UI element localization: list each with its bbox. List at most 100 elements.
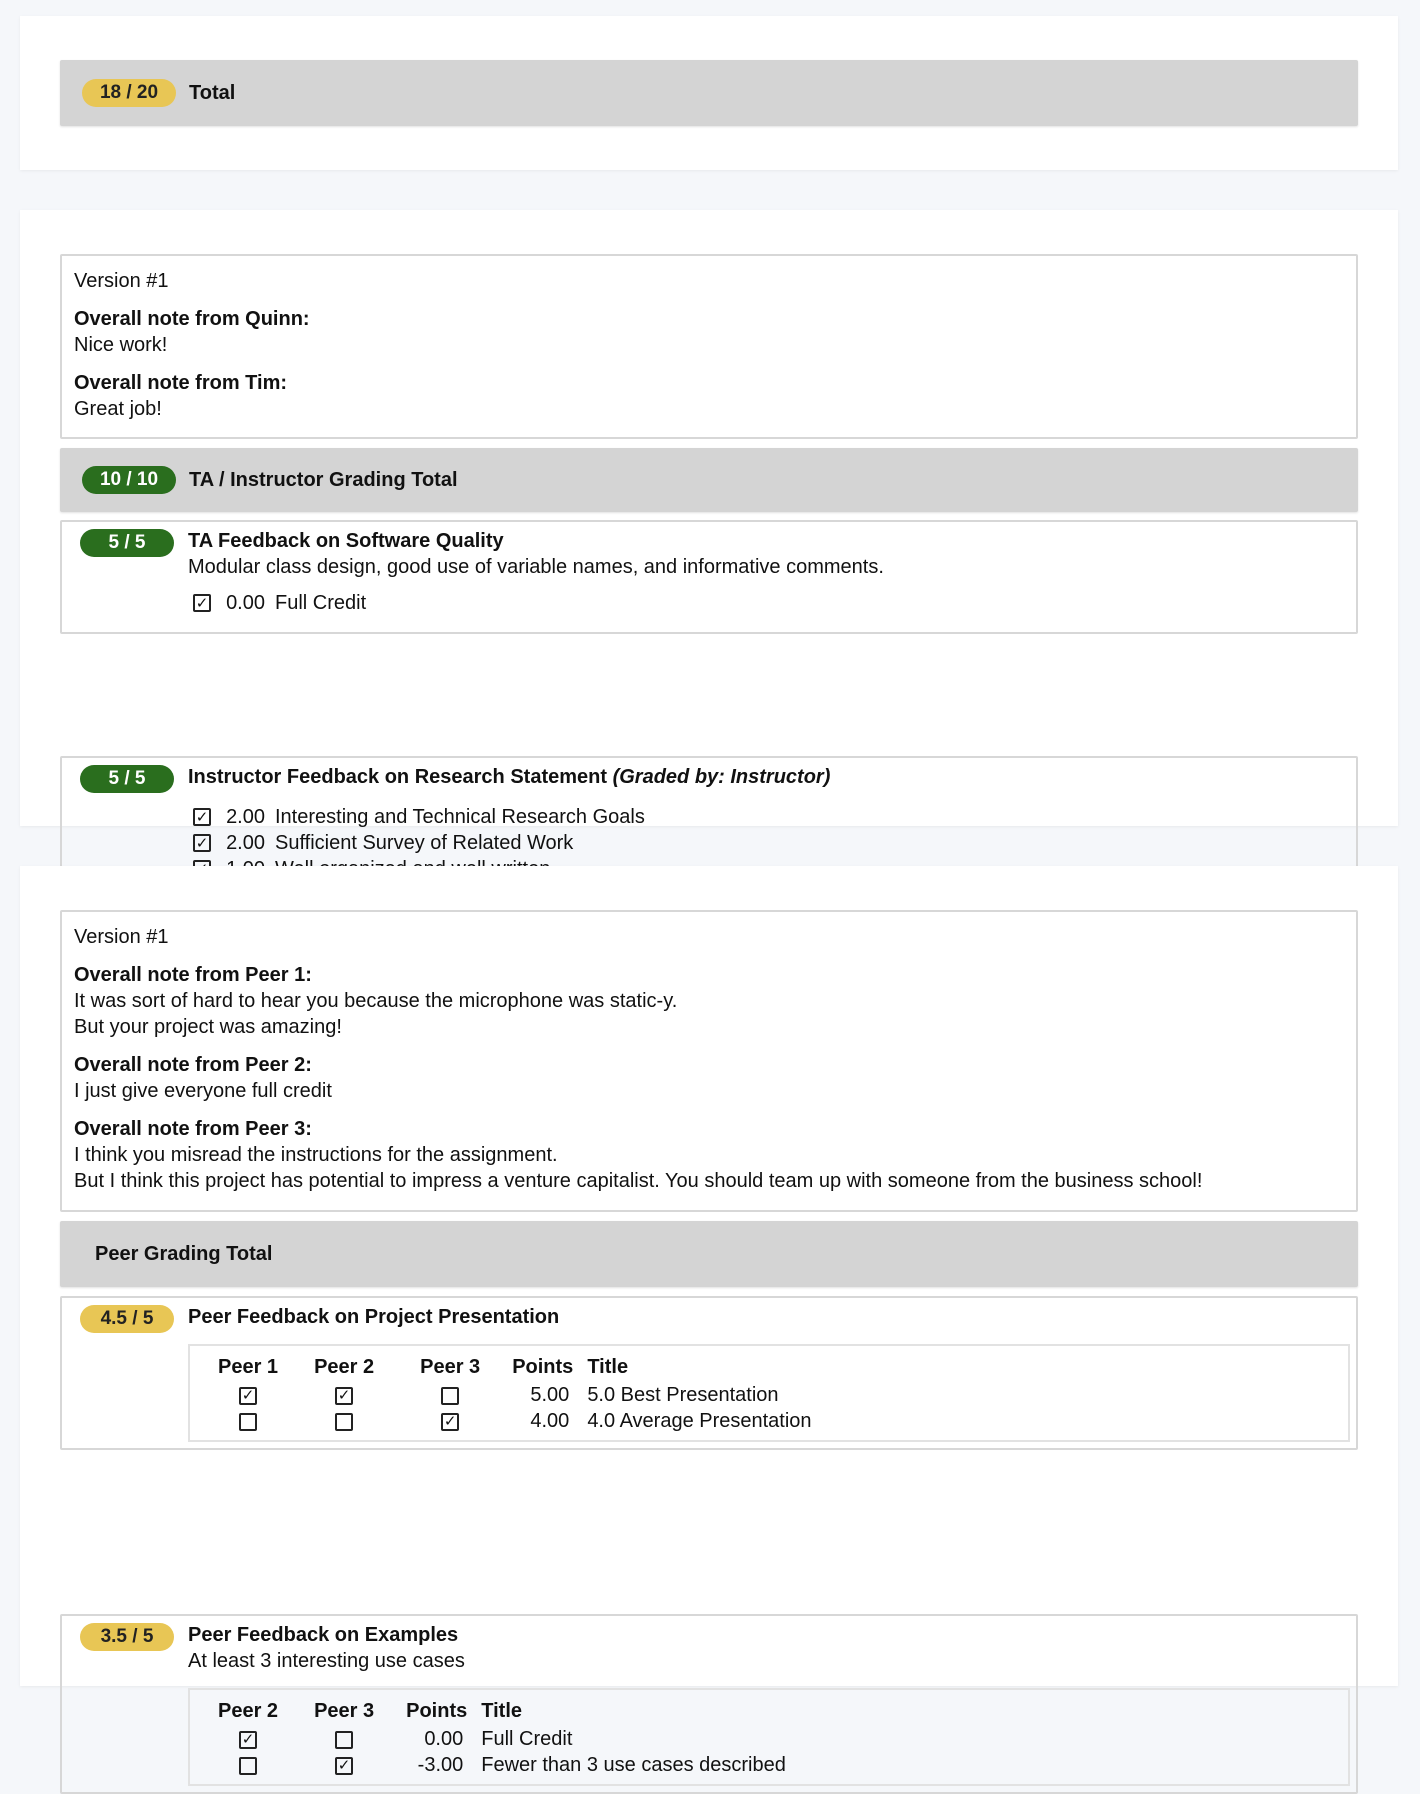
- peer-total-bar: Peer Grading Total: [60, 1221, 1358, 1287]
- note-text: I just give everyone full credit: [74, 1080, 332, 1102]
- peer-check-cell: [292, 1408, 388, 1434]
- check-points: 2.00: [226, 832, 265, 854]
- peer-check-cell: [292, 1726, 388, 1752]
- ta-total-bar: 10 / 10 TA / Instructor Grading Total: [60, 448, 1358, 512]
- checked-checkbox-icon: ✓: [193, 808, 211, 826]
- check-points: 0.00: [226, 592, 265, 614]
- rubric-item-examples: 3.5 / 5 Peer Feedback on Examples At lea…: [60, 1614, 1358, 1794]
- note-peer-1: Overall note from Peer 1: It was sort of…: [74, 962, 1344, 1040]
- peer-check-cell: [388, 1382, 494, 1408]
- points-cell: 5.00: [530, 1384, 570, 1406]
- note-text: But I think this project has potential t…: [74, 1170, 1203, 1192]
- version-label: Version #1: [74, 270, 169, 292]
- checked-checkbox-icon: ✓: [239, 1730, 258, 1749]
- column-header: Points: [512, 1356, 574, 1378]
- overall-total-card: 18 / 20 Total: [20, 16, 1398, 170]
- check-points: 2.00: [226, 806, 265, 828]
- item-title-text: Instructor Feedback on Research Statemen…: [188, 766, 608, 788]
- points-cell: 0.00: [424, 1728, 464, 1750]
- peer-check-cell: ✓: [210, 1382, 292, 1408]
- title-cell: 5.0 Best Presentation: [587, 1384, 779, 1406]
- item-grader: (Graded by: Instructor): [612, 766, 831, 788]
- points-cell: 4.00: [530, 1410, 570, 1432]
- note-author: Overall note from Peer 1:: [74, 964, 312, 986]
- peer-total-label: Peer Grading Total: [95, 1242, 273, 1265]
- note-text: Great job!: [74, 398, 162, 420]
- item-score-badge: 5 / 5: [80, 529, 174, 557]
- peer-check-cell: [210, 1752, 292, 1778]
- rubric-item-project-presentation: 4.5 / 5 Peer Feedback on Project Present…: [60, 1296, 1358, 1450]
- column-header: Peer 2: [218, 1700, 279, 1722]
- ta-total-label: TA / Instructor Grading Total: [189, 468, 458, 491]
- peer-scores-table: Peer 2 Peer 3 Points Title ✓ 0.00 Full C…: [188, 1688, 1350, 1786]
- peer-table: Peer 2 Peer 3 Points Title ✓ 0.00 Full C…: [210, 1696, 800, 1778]
- note-tim: Overall note from Tim: Great job!: [74, 370, 1344, 422]
- column-header: Title: [481, 1700, 523, 1722]
- unchecked-checkbox-icon: [441, 1386, 460, 1405]
- points-cell: -3.00: [417, 1754, 464, 1776]
- peer-notes-box: Version #1 Overall note from Peer 1: It …: [60, 910, 1358, 1212]
- note-author: Overall note from Tim:: [74, 372, 288, 394]
- peer-check-cell: ✓: [388, 1408, 494, 1434]
- check-row: ✓ 2.00 Interesting and Technical Researc…: [188, 804, 1348, 830]
- overall-score-badge: 18 / 20: [82, 79, 176, 107]
- ta-total-score-badge: 10 / 10: [82, 466, 176, 494]
- item-title: Peer Feedback on Project Presentation: [188, 1306, 560, 1328]
- column-header: Peer 3: [420, 1356, 481, 1378]
- item-title: Peer Feedback on Examples: [188, 1624, 459, 1646]
- peer-check-cell: ✓: [292, 1752, 388, 1778]
- peer-table: Peer 1 Peer 2 Peer 3 Points Title ✓ ✓ 5.…: [210, 1352, 826, 1434]
- check-label: Sufficient Survey of Related Work: [275, 832, 574, 854]
- note-peer-3: Overall note from Peer 3: I think you mi…: [74, 1116, 1344, 1194]
- column-header: Peer 3: [314, 1700, 375, 1722]
- checked-checkbox-icon: ✓: [193, 594, 211, 612]
- title-cell: Full Credit: [481, 1728, 573, 1750]
- overall-total-label: Total: [189, 81, 236, 104]
- table-header-row: Peer 1 Peer 2 Peer 3 Points Title: [210, 1352, 826, 1382]
- ta-grading-card: Version #1 Overall note from Quinn: Nice…: [20, 210, 1398, 896]
- unchecked-checkbox-icon: [335, 1730, 354, 1749]
- note-text: But your project was amazing!: [74, 1016, 342, 1038]
- note-author: Overall note from Quinn:: [74, 308, 310, 330]
- unchecked-checkbox-icon: [239, 1756, 258, 1775]
- item-description: Modular class design, good use of variab…: [188, 556, 884, 578]
- peer-check-cell: ✓: [292, 1382, 388, 1408]
- table-row: ✓ 4.00 4.0 Average Presentation: [210, 1408, 826, 1434]
- ta-notes-box: Version #1 Overall note from Quinn: Nice…: [60, 254, 1358, 439]
- unchecked-checkbox-icon: [239, 1412, 258, 1431]
- column-header: Peer 1: [218, 1356, 279, 1378]
- check-row: ✓ 2.00 Sufficient Survey of Related Work: [188, 830, 1348, 856]
- peer-grading-card: Version #1 Overall note from Peer 1: It …: [20, 866, 1398, 1794]
- item-title: TA Feedback on Software Quality: [188, 530, 504, 552]
- version-label: Version #1: [74, 926, 169, 948]
- table-row: ✓ ✓ 5.00 5.0 Best Presentation: [210, 1382, 826, 1408]
- column-header: Peer 2: [314, 1356, 375, 1378]
- check-row: ✓ 0.00 Full Credit: [188, 590, 1348, 616]
- peer-scores-table: Peer 1 Peer 2 Peer 3 Points Title ✓ ✓ 5.…: [188, 1344, 1350, 1442]
- title-cell: 4.0 Average Presentation: [587, 1410, 812, 1432]
- note-peer-2: Overall note from Peer 2: I just give ev…: [74, 1052, 1344, 1104]
- note-author: Overall note from Peer 2:: [74, 1054, 312, 1076]
- peer-check-cell: ✓: [210, 1726, 292, 1752]
- item-score-badge: 4.5 / 5: [80, 1305, 174, 1333]
- overall-total-bar: 18 / 20 Total: [60, 60, 1358, 126]
- checked-checkbox-icon: ✓: [335, 1386, 354, 1405]
- table-row: ✓ -3.00 Fewer than 3 use cases described: [210, 1752, 800, 1778]
- check-label: Full Credit: [275, 592, 367, 614]
- item-title: Instructor Feedback on Research Statemen…: [188, 766, 830, 788]
- rubric-item-software-quality: 5 / 5 TA Feedback on Software Quality Mo…: [60, 520, 1358, 634]
- peer-check-cell: [210, 1408, 292, 1434]
- checked-checkbox-icon: ✓: [193, 834, 211, 852]
- item-description: At least 3 interesting use cases: [188, 1650, 465, 1672]
- column-header: Points: [406, 1700, 468, 1722]
- checked-checkbox-icon: ✓: [239, 1386, 258, 1405]
- item-score-badge: 5 / 5: [80, 765, 174, 793]
- note-text: I think you misread the instructions for…: [74, 1144, 558, 1166]
- unchecked-checkbox-icon: [335, 1412, 354, 1431]
- note-quinn: Overall note from Quinn: Nice work!: [74, 306, 1344, 358]
- table-row: ✓ 0.00 Full Credit: [210, 1726, 800, 1752]
- note-text: Nice work!: [74, 334, 168, 356]
- table-header-row: Peer 2 Peer 3 Points Title: [210, 1696, 800, 1726]
- item-score-badge: 3.5 / 5: [80, 1623, 174, 1651]
- note-author: Overall note from Peer 3:: [74, 1118, 312, 1140]
